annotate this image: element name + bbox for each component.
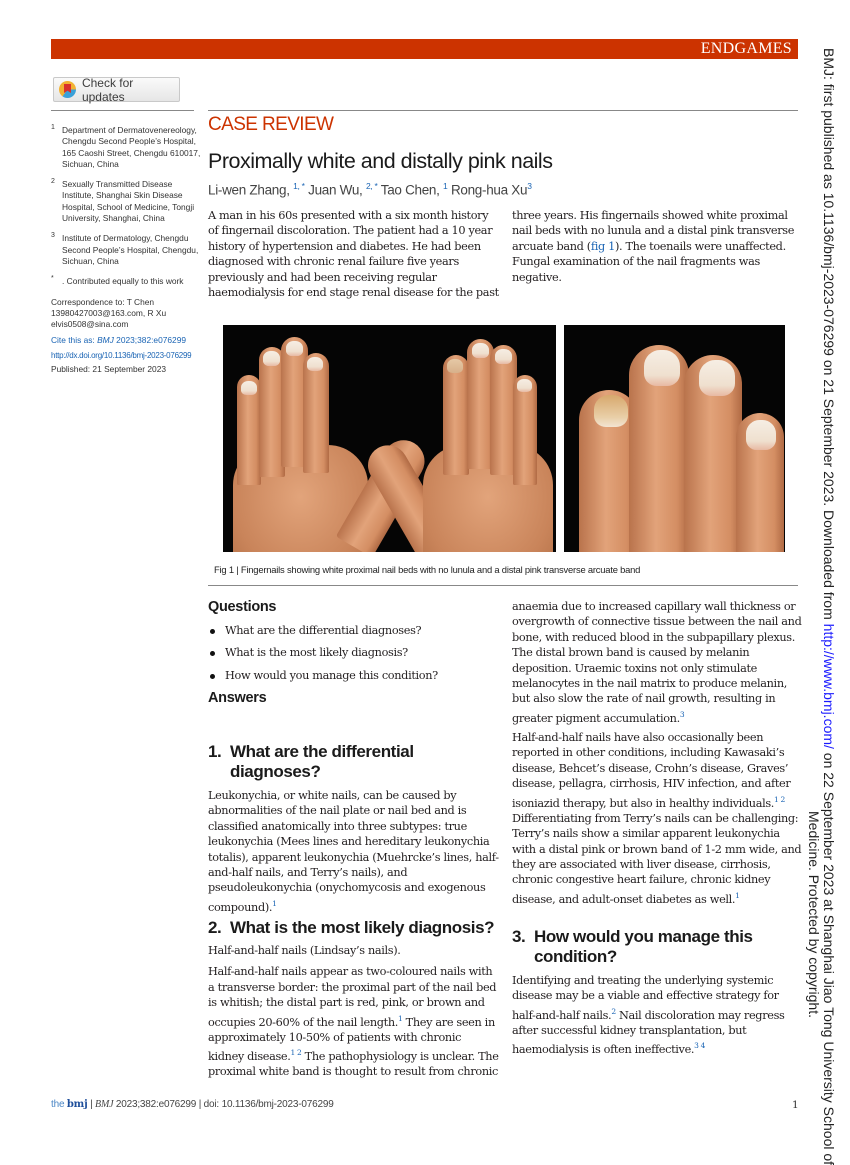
sidebar: 1 Department of Dermatovenereology, Cheng… — [51, 124, 201, 375]
author-affiliation-ref[interactable]: 3 — [527, 181, 532, 191]
correspondence: Correspondence to: T Chen 13980427003@16… — [51, 296, 167, 330]
author-affiliation-ref[interactable]: 1 — [443, 181, 448, 191]
answer-3-heading: 3. How would you manage this condition? — [512, 927, 753, 966]
reference-link[interactable]: 1 2 — [774, 795, 785, 804]
question-item: What is the most likely diagnosis? — [208, 645, 500, 660]
reference-link[interactable]: 3 — [680, 710, 685, 719]
figure-1 — [223, 325, 785, 552]
reference-link[interactable]: 3 4 — [694, 1041, 705, 1050]
affiliation: 1 Department of Dermatovenereology, Cheng… — [51, 124, 201, 169]
download-watermark: BMJ: first published as 10.1136/bmj-2023… — [806, 48, 837, 1165]
hands-photo — [223, 325, 556, 552]
check-for-updates-label: Check for updates — [81, 75, 134, 104]
section-label: ENDGAMES — [700, 40, 792, 57]
header-divider — [208, 110, 798, 111]
figure-caption: Fig 1 | Fingernails showing white proxim… — [214, 564, 641, 575]
bmj-website-link[interactable]: http://www.bmj.com/ — [821, 624, 837, 749]
sidebar-divider — [51, 110, 194, 111]
question-item: What are the differential diagnoses? — [208, 623, 500, 638]
author: Li-wen Zhang, — [208, 182, 294, 198]
author: Juan Wu, — [308, 182, 366, 198]
check-for-updates-button[interactable]: Check for updates — [53, 75, 180, 104]
footer-citation: 2023;382:e076299 | doi: 10.1136/bmj-2023… — [113, 1099, 334, 1110]
cite-as: Cite this as: BMJ 2023;382:e076299 — [51, 335, 187, 346]
affiliation: 3 Institute of Dermatology, Chengdu Secon… — [51, 232, 199, 266]
author: Tao Chen, — [380, 182, 444, 198]
published-date: Published: 21 September 2023 — [51, 364, 167, 375]
answers-heading: Answers — [208, 690, 267, 707]
doi-link[interactable]: http://dx.doi.org/10.1136/bmj-2023-07629… — [51, 350, 201, 361]
reference-link[interactable]: 1 2 — [291, 1048, 302, 1057]
answer-2-paragraph: Half-and-half nails appear as two-colour… — [208, 965, 499, 1079]
answer-1: 1. What are the differential diagnoses? L… — [208, 742, 500, 915]
affiliation: 2 Sexually Transmitted Disease Institute,… — [51, 178, 195, 224]
intro-paragraph: A man in his 60s presented with a six mo… — [208, 209, 499, 300]
fingers-closeup-photo — [564, 325, 785, 552]
intro-paragraph-continued: three years. His fingernails showed whit… — [512, 209, 795, 284]
section-banner: ENDGAMES — [51, 39, 798, 59]
author-affiliation-ref[interactable]: 2, * — [366, 181, 378, 191]
answer-3: 3. How would you manage this condition? I… — [512, 927, 802, 1058]
answer-2-paragraph-continued: anaemia due to increased capillary wall … — [512, 600, 802, 725]
questions-section: Questions What are the differential diag… — [208, 599, 500, 706]
questions-heading: Questions — [208, 599, 277, 615]
page-footer: the bmj | BMJ 2023;382:e076299 | doi: 10… — [51, 1099, 334, 1110]
questions-list: What are the differential diagnoses? Wha… — [208, 623, 500, 683]
answer-1-text: Leukonychia, or white nails, can be caus… — [208, 789, 499, 914]
reference-link[interactable]: 1 — [735, 891, 740, 900]
author-affiliation-ref[interactable]: 1, * — [293, 181, 305, 191]
answer-2-heading: 2. What is the most likely diagnosis? — [208, 918, 495, 937]
answer-3-text: Identifying and treating the underlying … — [512, 974, 785, 1057]
author: Rong-hua Xu — [450, 182, 528, 198]
question-item: How would you manage this condition? — [208, 668, 500, 683]
reference-link[interactable]: 1 — [272, 899, 277, 908]
equal-contribution-note: *. Contributed equally to this work — [51, 275, 184, 287]
author-list: Li-wen Zhang, 1, * Juan Wu, 2, * Tao Che… — [208, 181, 532, 198]
answer-1-heading: 1. What are the differential diagnoses? — [208, 742, 414, 781]
caption-divider — [208, 585, 798, 586]
answer-2-diagnosis: Half-and-half nails (Lindsay’s nails). — [208, 944, 401, 957]
figure-link[interactable]: fig 1 — [591, 240, 615, 253]
answer-2-differential-paragraph: Half-and-half nails have also occasional… — [512, 731, 802, 906]
crossmark-icon — [59, 81, 76, 98]
journal-logo-the: the — [51, 1099, 67, 1110]
journal-logo-bmj: bmj — [66, 1099, 88, 1110]
answer-2: 2. What is the most likely diagnosis? Hal… — [208, 918, 500, 1080]
article-title: Proximally white and distally pink nails — [208, 149, 553, 173]
article-type: CASE REVIEW — [208, 114, 334, 135]
page-number: 1 — [792, 1099, 799, 1111]
